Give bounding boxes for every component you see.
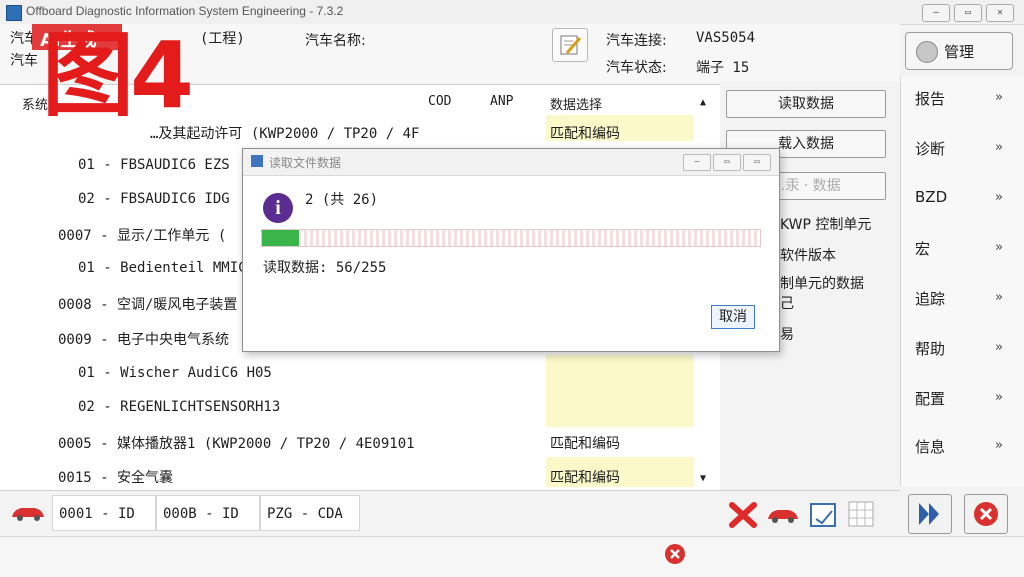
table-row[interactable]: 01 - FBSAUDIC6 EZS bbox=[78, 157, 230, 173]
status-label: 汽车状态: bbox=[606, 60, 667, 76]
nav-item-report[interactable]: 报告 bbox=[915, 88, 945, 109]
right-nav-panel: 报告 » 诊断 » BZD » 宏 » 追踪 » 帮助 » 配置 » 信息 » bbox=[900, 76, 1024, 486]
chevron-down-icon[interactable]: » bbox=[995, 240, 1003, 255]
admin-icon bbox=[916, 41, 938, 63]
close-circle-icon bbox=[974, 502, 998, 526]
restore-button[interactable]: ▭ bbox=[954, 4, 982, 22]
progress-bar bbox=[261, 229, 761, 247]
cancel-button[interactable]: 取消 bbox=[711, 305, 755, 329]
chevron-down-icon[interactable]: » bbox=[995, 390, 1003, 405]
data-select-cell[interactable] bbox=[546, 355, 694, 427]
dialog-title-bar: 读取文件数据 — ▭ ▭ bbox=[243, 149, 779, 176]
side-option-text[interactable]: KWP 控制单元 bbox=[780, 214, 871, 234]
chevron-down-icon[interactable]: » bbox=[995, 90, 1003, 105]
delete-icon[interactable] bbox=[728, 501, 758, 529]
table-row[interactable]: 02 - REGENLICHTSENSORH13 bbox=[78, 399, 280, 415]
data-select-column-header: 数据选择 bbox=[550, 98, 603, 113]
dialog-app-icon bbox=[251, 155, 263, 167]
document-icon[interactable] bbox=[808, 499, 838, 529]
forward-button[interactable] bbox=[908, 494, 952, 534]
table-row[interactable]: 0005 - 媒体播放器1 (KWP2000 / TP20 / 4E09101 bbox=[58, 433, 415, 453]
cod-column-header: COD bbox=[428, 94, 452, 109]
nav-item-help[interactable]: 帮助 bbox=[915, 338, 945, 359]
progress-fill bbox=[262, 230, 299, 246]
side-option-text[interactable]: 制单元的数据 bbox=[780, 273, 864, 293]
read-data-button[interactable]: 读取数据 bbox=[726, 90, 886, 118]
exit-button[interactable] bbox=[964, 494, 1008, 534]
side-option-text[interactable]: 易 bbox=[780, 324, 794, 344]
table-row[interactable]: 0007 - 显示/工作单元 ( bbox=[58, 225, 226, 245]
info-icon: i bbox=[263, 193, 293, 223]
nav-item-macro[interactable]: 宏 bbox=[915, 238, 930, 259]
tab-000b-id[interactable]: 000B - ID bbox=[156, 495, 260, 531]
table-cell-data[interactable]: 匹配和编码 bbox=[550, 123, 620, 143]
progress-count: 2 (共 26) bbox=[305, 192, 379, 208]
minimize-button[interactable]: — bbox=[922, 4, 950, 22]
table-row[interactable]: 01 - Wischer AudiC6 H05 bbox=[78, 365, 272, 381]
chevron-down-icon[interactable]: » bbox=[995, 438, 1003, 453]
window-title: Offboard Diagnostic Information System E… bbox=[26, 4, 344, 18]
connection-value: VAS5054 bbox=[696, 30, 756, 46]
nav-item-config[interactable]: 配置 bbox=[915, 388, 945, 409]
chevron-down-icon[interactable]: » bbox=[995, 140, 1003, 155]
dialog-minimize-button[interactable]: — bbox=[683, 154, 711, 171]
progress-dialog: 读取文件数据 — ▭ ▭ i 2 (共 26) 读取数据: 56/255 取消 bbox=[242, 148, 780, 352]
dialog-close-button[interactable]: ▭ bbox=[743, 154, 771, 171]
car-icon[interactable] bbox=[766, 505, 800, 525]
table-row[interactable]: 02 - FBSAUDIC6 IDG bbox=[78, 191, 230, 207]
dialog-restore-button[interactable]: ▭ bbox=[713, 154, 741, 171]
grid-icon[interactable] bbox=[846, 499, 876, 529]
table-row[interactable]: …及其起动许可 (KWP2000 / TP20 / 4F bbox=[150, 123, 419, 143]
table-row[interactable]: 0015 - 安全气囊 bbox=[58, 467, 173, 487]
admin-label: 管理 bbox=[944, 43, 975, 61]
admin-button[interactable]: 管理 bbox=[905, 32, 1013, 70]
watermark-figure-label: 图4 bbox=[42, 22, 194, 129]
edit-icon bbox=[560, 35, 582, 55]
project-label: (工程) bbox=[200, 31, 245, 47]
status-value: 端子 15 bbox=[696, 60, 750, 76]
edit-vehicle-button[interactable] bbox=[552, 28, 588, 62]
table-row[interactable]: 0009 - 电子中央电气系统 bbox=[58, 329, 229, 349]
side-option-text[interactable]: 己 bbox=[780, 293, 794, 313]
tab-0001-id[interactable]: 0001 - ID bbox=[52, 495, 156, 531]
chevron-down-icon[interactable]: » bbox=[995, 190, 1003, 205]
scroll-down-arrow[interactable]: ▼ bbox=[700, 473, 706, 484]
vehicle-label-2: 汽车 bbox=[10, 53, 38, 69]
close-window-button[interactable]: ✕ bbox=[986, 4, 1014, 22]
double-arrow-icon bbox=[919, 503, 939, 525]
bottom-toolbar: 0001 - ID 000B - ID PZG - CDA bbox=[0, 490, 900, 535]
table-cell-data[interactable]: 匹配和编码 bbox=[550, 433, 620, 453]
nav-item-bzd[interactable]: BZD bbox=[915, 188, 947, 206]
car-icon[interactable] bbox=[10, 503, 46, 523]
table-row[interactable]: 01 - Bedienteil MMIC6 bbox=[78, 260, 255, 276]
dialog-title: 读取文件数据 bbox=[269, 156, 342, 170]
nav-item-info[interactable]: 信息 bbox=[915, 436, 945, 457]
app-icon bbox=[6, 5, 22, 21]
connection-label: 汽车连接: bbox=[606, 33, 667, 49]
scroll-up-arrow[interactable]: ▲ bbox=[700, 97, 706, 108]
error-icon[interactable] bbox=[662, 541, 688, 567]
chevron-down-icon[interactable]: » bbox=[995, 290, 1003, 305]
anp-column-header: ANP bbox=[490, 94, 514, 109]
tab-pzg-cda[interactable]: PZG - CDA bbox=[260, 495, 360, 531]
vehicle-name-label: 汽车名称: bbox=[305, 33, 366, 49]
chevron-down-icon[interactable]: » bbox=[995, 340, 1003, 355]
table-row[interactable]: 0008 - 空调/暖风电子装置 bbox=[58, 294, 237, 314]
nav-item-diagnosis[interactable]: 诊断 bbox=[915, 138, 945, 159]
side-option-text[interactable]: 软件版本 bbox=[780, 245, 836, 265]
progress-text: 读取数据: 56/255 bbox=[263, 260, 387, 276]
table-cell-data[interactable]: 匹配和编码 bbox=[550, 467, 620, 487]
status-bar bbox=[0, 536, 1024, 577]
nav-item-trace[interactable]: 追踪 bbox=[915, 288, 945, 309]
